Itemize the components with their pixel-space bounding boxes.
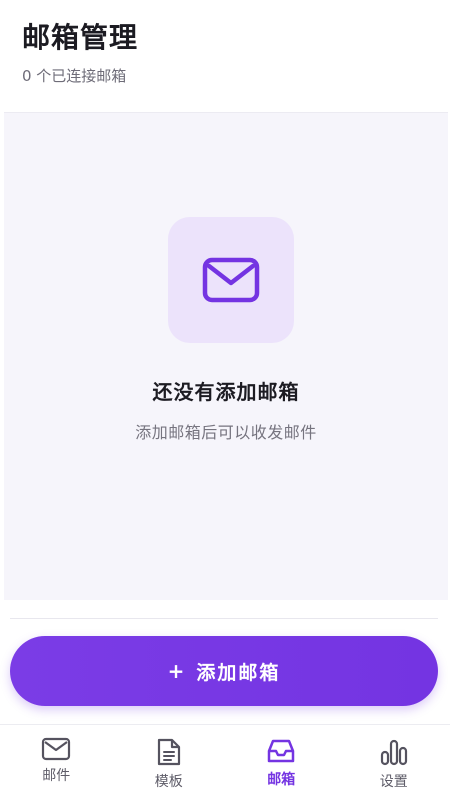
empty-state-panel: 还没有添加邮箱 添加邮箱后可以收发邮件 (4, 112, 448, 600)
empty-state-description: 添加邮箱后可以收发邮件 (135, 423, 317, 442)
mail-icon (42, 737, 71, 761)
chart-icon (380, 739, 407, 766)
add-mailbox-label: 添加邮箱 (196, 661, 281, 684)
document-icon (157, 738, 180, 766)
connected-count: 0 个已连接邮箱 (22, 67, 127, 85)
bottom-tab-bar: 邮件 模板 邮箱 设置 (0, 724, 450, 800)
page-title: 邮箱管理 (22, 21, 139, 54)
mail-icon-tile (168, 217, 294, 343)
tab-label: 邮箱 (267, 772, 296, 788)
tab-mailboxes[interactable]: 邮箱 (225, 725, 338, 800)
tab-label: 邮件 (42, 768, 71, 784)
tab-settings[interactable]: 设置 (338, 725, 450, 800)
page-header: 邮箱管理 0 个已连接邮箱 (0, 0, 450, 105)
tab-mail[interactable]: 邮件 (0, 725, 113, 800)
inbox-icon (268, 739, 295, 763)
tab-label: 设置 (379, 774, 408, 790)
tab-label: 模板 (154, 774, 183, 790)
mail-icon (202, 257, 260, 303)
empty-state-title: 还没有添加邮箱 (152, 380, 300, 404)
tab-templates[interactable]: 模板 (113, 725, 226, 800)
divider (10, 618, 438, 619)
add-mailbox-button[interactable]: + 添加邮箱 (10, 636, 438, 706)
mailbox-management-screen: 邮箱管理 0 个已连接邮箱 还没有添加邮箱 添加邮箱后可以收发邮件 + 添加邮箱… (0, 0, 450, 800)
plus-icon: + (167, 659, 187, 683)
